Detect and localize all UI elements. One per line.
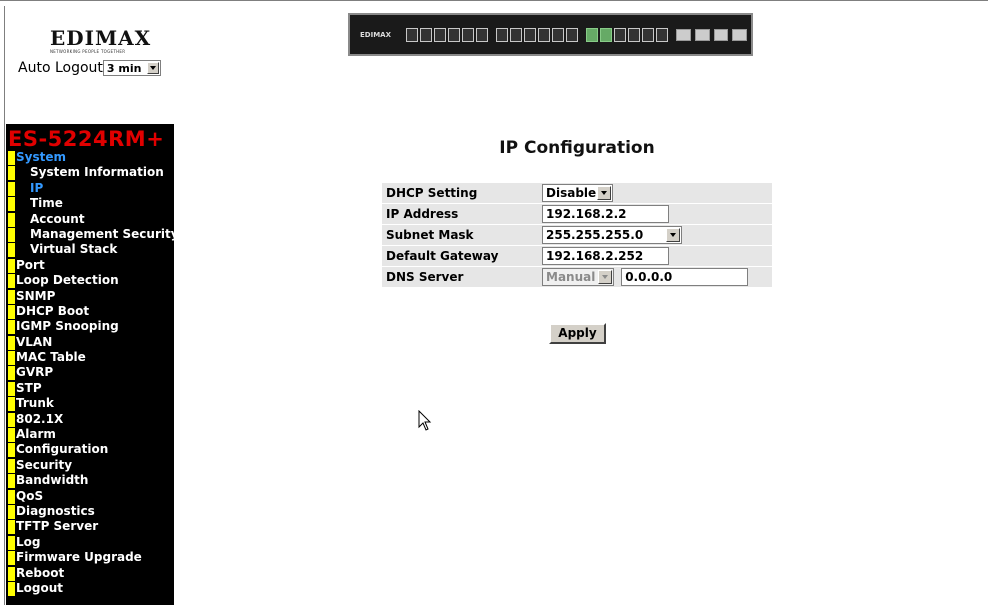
sidebar-item-time[interactable]: Time <box>6 196 174 212</box>
port-icon <box>566 27 579 42</box>
sidebar-item-alarm[interactable]: Alarm <box>6 427 174 443</box>
dns-label: DNS Server <box>382 267 538 287</box>
sidebar-item-security[interactable]: Security <box>6 458 174 474</box>
dns-row: DNS Server Manual 0.0.0.0 <box>382 267 772 287</box>
port-icon <box>586 27 599 42</box>
chevron-down-icon[interactable] <box>666 228 680 242</box>
auto-logout: Auto Logout 3 min <box>18 60 161 76</box>
port-icon <box>628 27 641 42</box>
sidebar-item-dhcp-boot[interactable]: DHCP Boot <box>6 304 174 320</box>
auto-logout-value: 3 min <box>106 61 142 75</box>
port-group-1 <box>406 27 489 42</box>
dns-mode-select: Manual <box>542 268 614 286</box>
ip-config-table: DHCP Setting Disable IP Address 192.168.… <box>382 182 772 288</box>
sidebar: ES-5224RM+ System System Information IP Tim… <box>6 124 179 605</box>
ip-row: IP Address 192.168.2.2 <box>382 204 772 224</box>
auto-logout-select[interactable]: 3 min <box>102 60 161 76</box>
port-icon <box>496 27 509 42</box>
sidebar-item-firmware-upgrade[interactable]: Firmware Upgrade <box>6 550 174 566</box>
sidebar-item-mac-table[interactable]: MAC Table <box>6 350 174 366</box>
sfp-slot-icon <box>732 28 747 41</box>
chevron-down-icon[interactable] <box>597 186 611 200</box>
port-group-2 <box>496 27 579 42</box>
sidebar-item-log[interactable]: Log <box>6 535 174 551</box>
port-icon <box>448 27 461 42</box>
sidebar-item-ip[interactable]: IP <box>6 181 174 197</box>
sidebar-item-virtual-stack[interactable]: Virtual Stack <box>6 242 174 258</box>
port-icon <box>552 27 565 42</box>
dhcp-select-value: Disable <box>546 186 597 200</box>
auto-logout-label: Auto Logout <box>18 60 103 76</box>
port-icon <box>434 27 447 42</box>
chevron-down-icon[interactable] <box>146 62 159 74</box>
dhcp-select[interactable]: Disable <box>542 184 613 202</box>
chevron-down-icon <box>598 270 612 284</box>
left-frame-border <box>4 6 5 605</box>
sidebar-item-vlan[interactable]: VLAN <box>6 335 174 351</box>
sfp-slot-icon <box>676 28 691 41</box>
sfp-slot-icon <box>694 28 710 41</box>
dns-server-input[interactable]: 0.0.0.0 <box>621 268 749 286</box>
port-icon <box>462 27 475 42</box>
mask-label: Subnet Mask <box>382 225 538 245</box>
sidebar-item-reboot[interactable]: Reboot <box>6 566 174 581</box>
default-gateway-input[interactable]: 192.168.2.252 <box>542 247 669 265</box>
sidebar-item-configuration[interactable]: Configuration <box>6 442 174 458</box>
port-icon <box>476 27 489 42</box>
port-icon <box>510 27 523 42</box>
port-group-3 <box>586 27 669 42</box>
port-icon <box>656 27 669 42</box>
sidebar-item-bandwidth[interactable]: Bandwidth <box>6 473 174 489</box>
logo-brand: EDIMAX <box>50 26 152 50</box>
dhcp-row: DHCP Setting Disable <box>382 183 772 203</box>
port-icon <box>614 27 627 42</box>
sidebar-item-management-security[interactable]: Management Security <box>6 227 179 243</box>
dhcp-label: DHCP Setting <box>382 183 538 203</box>
sidebar-item-gvrp[interactable]: GVRP <box>6 365 174 381</box>
sidebar-item-igmp-snooping[interactable]: IGMP Snooping <box>6 319 174 335</box>
subnet-mask-value: 255.255.255.0 <box>546 228 644 242</box>
port-icon <box>524 27 537 42</box>
edimax-logo: EDIMAX NETWORKING PEOPLE TOGETHER <box>50 26 152 54</box>
apply-button[interactable]: Apply <box>549 323 606 344</box>
gateway-label: Default Gateway <box>382 246 538 266</box>
sidebar-item-port[interactable]: Port <box>6 258 174 274</box>
mask-row: Subnet Mask 255.255.255.0 <box>382 225 772 245</box>
sidebar-item-tftp-server[interactable]: TFTP Server <box>6 519 174 535</box>
page-title: IP Configuration <box>499 138 655 158</box>
subnet-mask-select[interactable]: 255.255.255.0 <box>542 226 682 244</box>
sidebar-item-stp[interactable]: STP <box>6 381 174 397</box>
mouse-pointer-icon <box>418 410 432 431</box>
sidebar-item-system-information[interactable]: System Information <box>6 165 174 181</box>
switch-brand: EDIMAX <box>360 30 391 39</box>
ip-label: IP Address <box>382 204 538 224</box>
ip-address-input[interactable]: 192.168.2.2 <box>542 205 669 223</box>
sfp-slot-icon <box>713 28 729 41</box>
switch-front-panel-image: EDIMAX <box>348 13 753 56</box>
port-icon <box>538 27 551 42</box>
sidebar-item-qos[interactable]: QoS <box>6 489 174 504</box>
sidebar-item-diagnostics[interactable]: Diagnostics <box>6 504 174 520</box>
sidebar-item-loop-detection[interactable]: Loop Detection <box>6 273 174 289</box>
model-name: ES-5224RM+ <box>8 127 165 151</box>
sidebar-item-system[interactable]: System <box>6 150 174 166</box>
sidebar-item-trunk[interactable]: Trunk <box>6 396 174 412</box>
gateway-row: Default Gateway 192.168.2.252 <box>382 246 772 266</box>
port-icon <box>406 27 419 42</box>
port-icon <box>600 27 613 42</box>
port-icon <box>420 27 433 42</box>
top-frame-border <box>0 0 988 6</box>
sidebar-item-snmp[interactable]: SNMP <box>6 289 174 304</box>
sidebar-item-account[interactable]: Account <box>6 212 174 227</box>
port-icon <box>642 27 655 42</box>
sidebar-item-802-1x[interactable]: 802.1X <box>6 412 174 428</box>
dns-mode-value: Manual <box>546 270 596 284</box>
sidebar-nav: System System Information IP Time Account Man… <box>6 150 179 597</box>
sidebar-item-logout[interactable]: Logout <box>6 581 174 597</box>
